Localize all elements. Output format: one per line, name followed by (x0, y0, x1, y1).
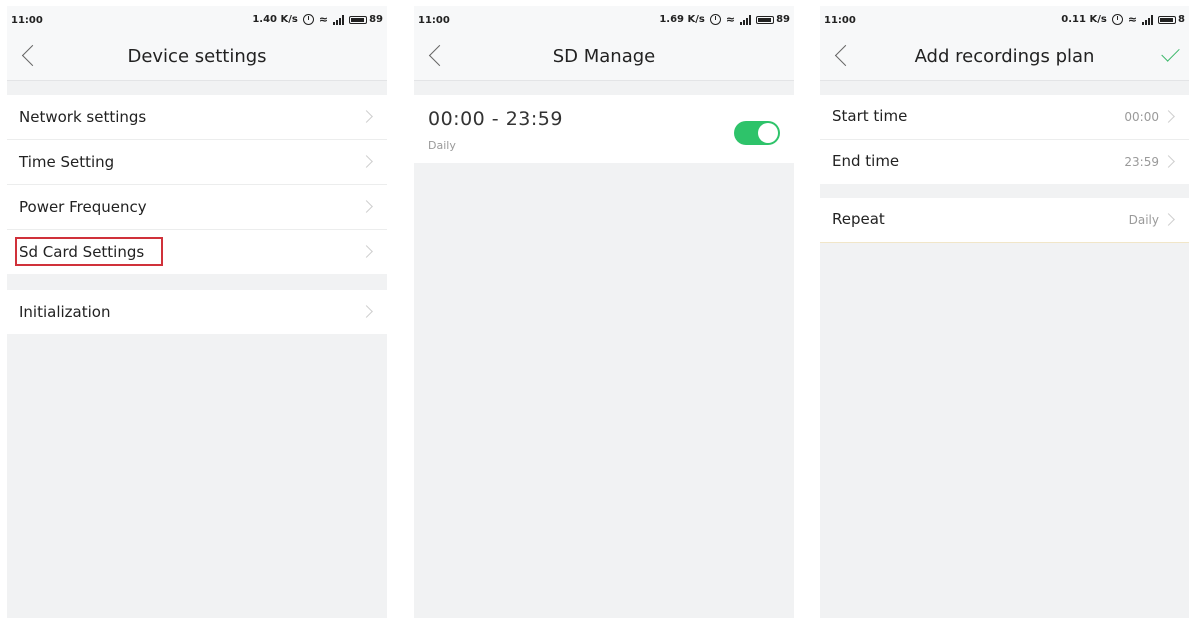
recording-plan-item[interactable]: 00:00 - 23:59 Daily (414, 95, 794, 163)
settings-item-sd-card[interactable]: Sd Card Settings (7, 230, 387, 274)
settings-item-network[interactable]: Network settings (7, 95, 387, 140)
battery-icon: 89 (349, 14, 383, 25)
start-time-label: Start time (832, 107, 908, 125)
net-speed: 1.69 K/s (659, 14, 705, 25)
repeat-value: Daily (1128, 213, 1159, 227)
row-chevron-icon (1162, 110, 1175, 123)
alarm-icon (1111, 14, 1123, 25)
settings-item-label: Initialization (19, 303, 111, 321)
plan-repeat-label: Daily (428, 139, 456, 152)
toggle-knob (758, 123, 778, 143)
battery-icon: 89 (756, 14, 790, 25)
add-recordings-plan-screen: 11:00 0.11 K/s ≈ 8 Add recordings plan S… (820, 6, 1189, 618)
end-time-label: End time (832, 152, 900, 170)
end-time-row[interactable]: End time 23:59 (820, 140, 1189, 184)
nav-bar: SD Manage (414, 34, 794, 81)
settings-item-initialization[interactable]: Initialization (7, 290, 387, 334)
repeat-label: Repeat (832, 210, 885, 228)
row-chevron-icon (360, 305, 373, 318)
plan-time-range: 00:00 - 23:59 (428, 108, 563, 130)
row-chevron-icon (1162, 213, 1175, 226)
row-chevron-icon (360, 245, 373, 258)
battery-level: 89 (776, 14, 790, 25)
battery-level: 8 (1178, 14, 1185, 25)
signal-icon (1142, 14, 1154, 25)
status-icons: 1.40 K/s ≈ 89 (252, 14, 383, 25)
repeat-group: Repeat Daily (820, 198, 1189, 243)
time-group: Start time 00:00 End time 23:59 (820, 95, 1189, 184)
net-speed: 1.40 K/s (252, 14, 298, 25)
page-title: Device settings (127, 46, 267, 67)
row-chevron-icon (360, 200, 373, 213)
signal-icon (740, 14, 752, 25)
start-time-row[interactable]: Start time 00:00 (820, 95, 1189, 140)
settings-item-label: Time Setting (19, 153, 115, 171)
settings-item-label: Sd Card Settings (19, 243, 145, 261)
settings-item-label: Power Frequency (19, 198, 147, 216)
row-chevron-icon (1162, 155, 1175, 168)
plan-enable-toggle[interactable] (734, 121, 780, 145)
status-bar: 11:00 1.69 K/s ≈ 89 (414, 6, 794, 34)
device-settings-screen: 11:00 1.40 K/s ≈ 89 Device settings Netw… (7, 6, 387, 618)
status-bar: 11:00 0.11 K/s ≈ 8 (820, 6, 1189, 34)
battery-level: 89 (369, 14, 383, 25)
wifi-icon: ≈ (725, 12, 736, 26)
wifi-icon: ≈ (318, 12, 329, 26)
status-time: 11:00 (11, 15, 43, 26)
settings-item-label: Network settings (19, 108, 147, 126)
battery-icon: 8 (1158, 14, 1185, 25)
status-time: 11:00 (824, 15, 856, 26)
sd-manage-screen: 11:00 1.69 K/s ≈ 89 SD Manage 00:00 - 23… (414, 6, 794, 618)
signal-icon (333, 14, 345, 25)
end-time-value: 23:59 (1124, 155, 1159, 169)
page-title: SD Manage (552, 46, 656, 67)
status-icons: 1.69 K/s ≈ 89 (659, 14, 790, 25)
settings-item-time[interactable]: Time Setting (7, 140, 387, 185)
start-time-value: 00:00 (1124, 110, 1159, 124)
status-icons: 0.11 K/s ≈ 8 (1061, 14, 1185, 25)
nav-bar: Add recordings plan (820, 34, 1189, 81)
repeat-row[interactable]: Repeat Daily (820, 198, 1189, 242)
alarm-icon (709, 14, 721, 25)
nav-bar: Device settings (7, 34, 387, 81)
status-bar: 11:00 1.40 K/s ≈ 89 (7, 6, 387, 34)
status-time: 11:00 (418, 15, 450, 26)
page-title: Add recordings plan (914, 46, 1095, 67)
settings-item-power-frequency[interactable]: Power Frequency (7, 185, 387, 230)
screens-collage: 11:00 1.40 K/s ≈ 89 Device settings Netw… (0, 0, 1189, 618)
alarm-icon (302, 14, 314, 25)
settings-group: Network settings Time Setting Power Freq… (7, 95, 387, 274)
row-chevron-icon (360, 155, 373, 168)
net-speed: 0.11 K/s (1061, 14, 1107, 25)
settings-group-2: Initialization (7, 290, 387, 334)
row-chevron-icon (360, 110, 373, 123)
wifi-icon: ≈ (1127, 12, 1138, 26)
